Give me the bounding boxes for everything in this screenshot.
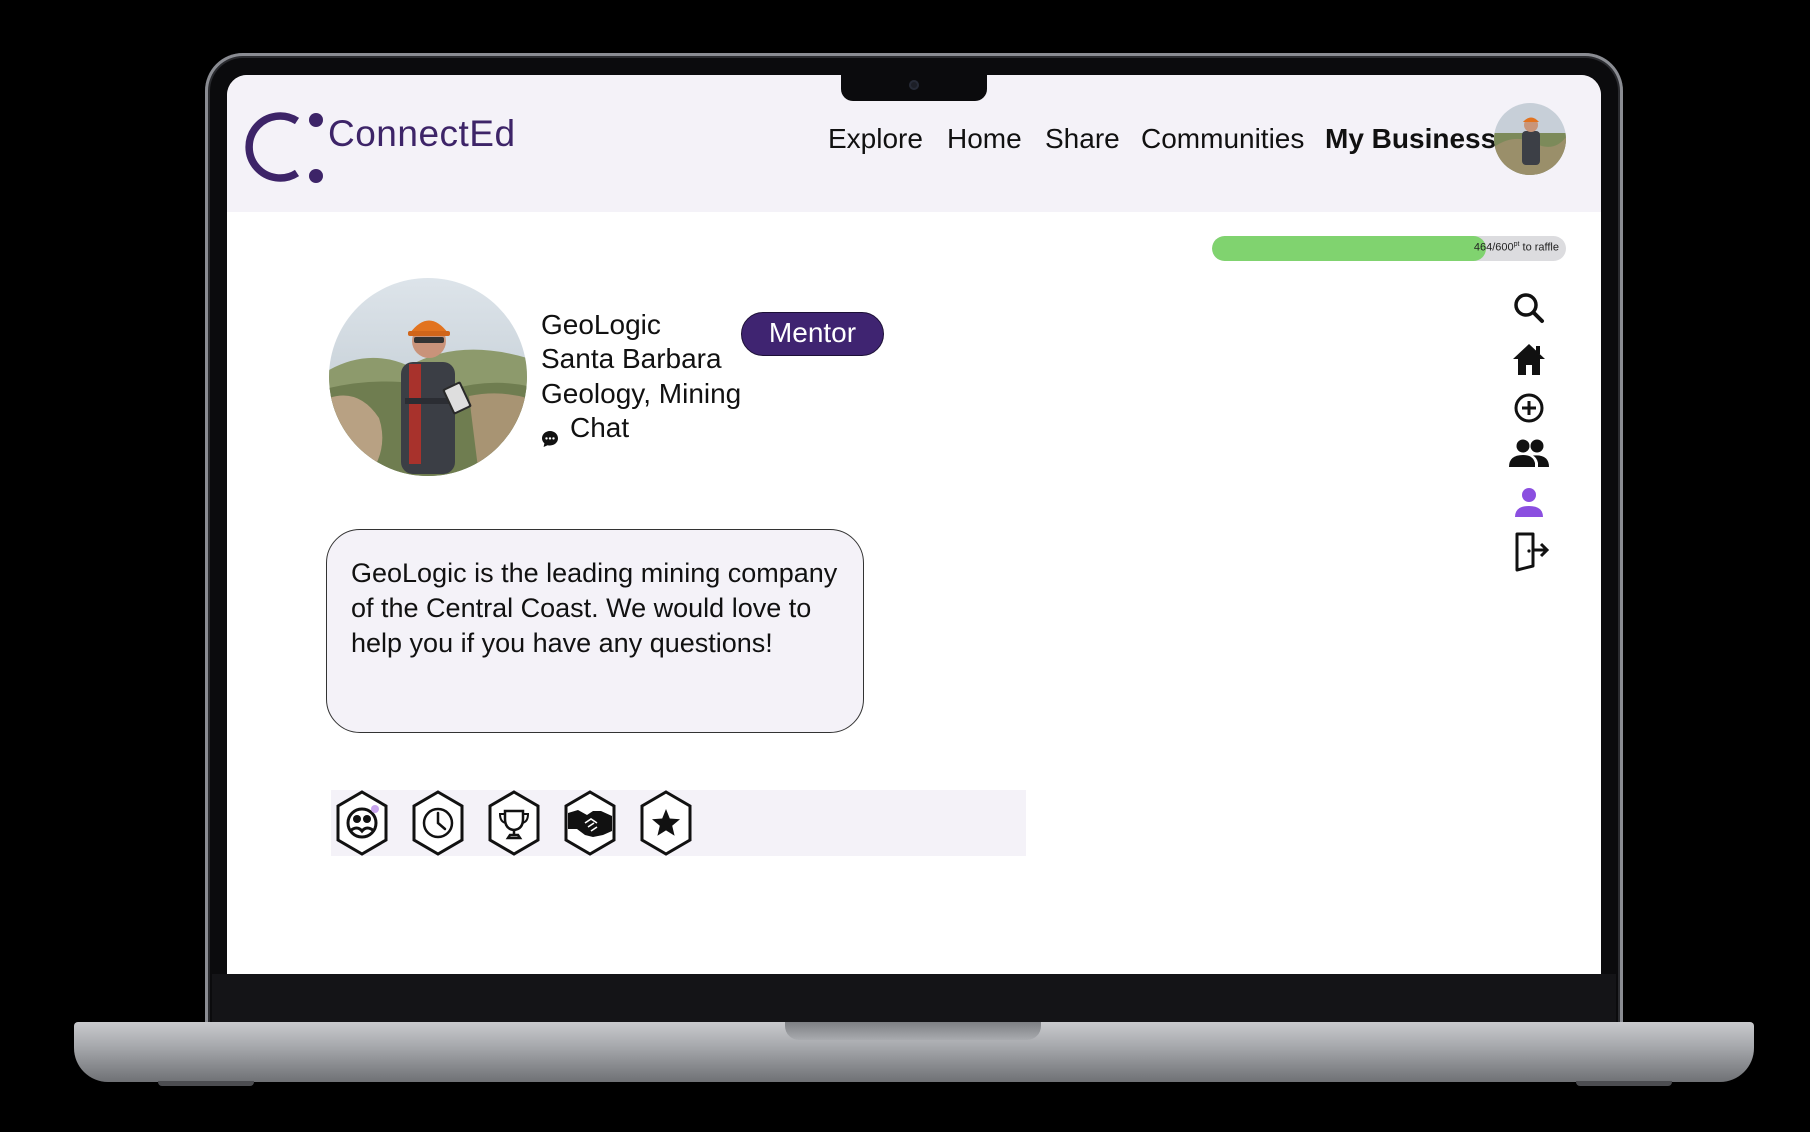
nav-home[interactable]: Home [947,123,1022,155]
profile-photo [329,278,527,476]
logo-text[interactable]: ConnectEd [328,113,516,155]
community-badge-icon[interactable] [335,789,389,857]
business-name: GeoLogic [541,309,661,340]
handshake-badge-icon[interactable] [563,789,617,857]
nav-share[interactable]: Share [1045,123,1120,155]
nav-explore[interactable]: Explore [828,123,923,155]
app-screen: ConnectEd Explore Home Share Communities… [227,75,1601,974]
trophy-badge-icon[interactable] [487,789,541,857]
laptop-bezel-bottom [212,974,1616,1022]
home-icon[interactable] [1507,338,1551,382]
business-fields: Geology, Mining [541,378,742,409]
raffle-progress-bar: 464/600pt to raffle [1212,236,1566,261]
logout-icon[interactable] [1507,528,1551,572]
profile-photo-image [329,278,527,476]
group-icon[interactable] [1507,433,1551,477]
person-icon[interactable] [1507,481,1551,525]
business-location: Santa Barbara [541,343,722,374]
add-circle-icon[interactable] [1507,386,1551,430]
avatar-photo [1494,103,1566,175]
raffle-progress-label: 464/600pt to raffle [1473,241,1559,254]
clock-badge-icon[interactable] [411,789,465,857]
logo-icon [245,112,323,183]
laptop-base-notch [785,1022,1041,1040]
star-badge-icon[interactable] [639,789,693,857]
laptop-foot-right [1576,1081,1672,1086]
laptop-foot-left [158,1081,254,1086]
nav-communities[interactable]: Communities [1141,123,1304,155]
mentor-badge: Mentor [741,312,884,356]
chat-bubble-icon[interactable] [541,430,559,448]
nav-my-business[interactable]: My Business [1325,123,1496,155]
chat-link[interactable]: Chat [570,412,629,444]
camera-icon [909,80,919,90]
user-avatar[interactable] [1494,103,1566,175]
search-icon[interactable] [1507,287,1551,331]
raffle-progress-fill [1212,236,1486,261]
business-bio: GeoLogic is the leading mining company o… [326,529,864,733]
